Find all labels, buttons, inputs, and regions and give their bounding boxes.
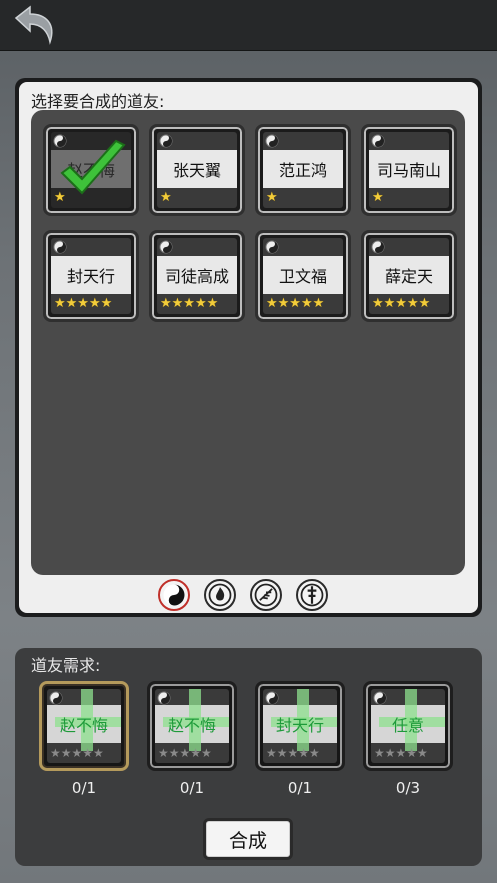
card-slot[interactable]: 薛定天 ★★★★★ [361, 230, 457, 322]
yin-yang-icon [265, 134, 279, 148]
requirement-name: 赵不悔 [59, 716, 108, 735]
star-rating: ★ [372, 190, 384, 205]
card-name: 张天翼 [157, 150, 237, 188]
yin-yang-icon [157, 691, 171, 705]
star-rating: ★★★★★ [158, 746, 212, 760]
requirement-count: 0/1 [71, 779, 97, 797]
yin-yang-tab-icon[interactable] [158, 579, 190, 611]
star-rating: ★★★★★ [374, 746, 428, 760]
requirement-title: 道友需求: [31, 656, 101, 675]
requirement-slot[interactable]: 赵不悔 ★★★★★ [39, 681, 129, 771]
requirement-name: 任意 [391, 716, 424, 735]
star-rating: ★ [160, 190, 172, 205]
card-name: 封天行 [51, 256, 131, 294]
sword-emblem-icon[interactable] [296, 579, 328, 611]
yin-yang-icon [53, 240, 67, 254]
yin-yang-icon [265, 240, 279, 254]
requirement-panel: 道友需求: 赵不悔 ★★★★★ 0/1 赵不悔 ★★★★★ 0/1 封天行 ★★… [15, 648, 482, 866]
category-tabs [19, 579, 478, 617]
feather-emblem-icon[interactable] [250, 579, 282, 611]
fire-emblem-icon[interactable] [204, 579, 236, 611]
selection-panel: 选择要合成的道友: 赵不悔 ★ 张天翼 ★ [15, 78, 482, 617]
top-bar [0, 0, 497, 51]
star-rating: ★ [266, 190, 278, 205]
star-rating: ★★★★★ [372, 296, 431, 311]
card-slot[interactable]: 封天行 ★★★★★ [43, 230, 139, 322]
card-slot[interactable]: 卫文福 ★★★★★ [255, 230, 351, 322]
yin-yang-icon [373, 691, 387, 705]
checkmark-icon [60, 139, 126, 195]
star-rating: ★★★★★ [266, 296, 325, 311]
requirement-slot[interactable]: 任意 ★★★★★ [363, 681, 453, 771]
requirement-count: 0/3 [395, 779, 421, 797]
yin-yang-icon [159, 240, 173, 254]
yin-yang-icon [371, 134, 385, 148]
requirement-slot[interactable]: 封天行 ★★★★★ [255, 681, 345, 771]
card-name: 卫文福 [263, 256, 343, 294]
requirement-count: 0/1 [179, 779, 205, 797]
yin-yang-icon [49, 691, 63, 705]
card-slot[interactable]: 司徒高成 ★★★★★ [149, 230, 245, 322]
back-arrow-icon[interactable] [6, 4, 60, 46]
requirement-slot[interactable]: 赵不悔 ★★★★★ [147, 681, 237, 771]
card-grid: 赵不悔 ★ 张天翼 ★ 范正鸿 ★ [31, 110, 465, 575]
yin-yang-icon [265, 691, 279, 705]
yin-yang-icon [371, 240, 385, 254]
requirement-count: 0/1 [287, 779, 313, 797]
synthesize-button[interactable]: 合成 [203, 818, 293, 860]
card-name: 司马南山 [369, 150, 449, 188]
card-slot[interactable]: 范正鸿 ★ [255, 124, 351, 216]
star-rating: ★★★★★ [266, 746, 320, 760]
card-slot[interactable]: 司马南山 ★ [361, 124, 457, 216]
star-rating: ★★★★★ [54, 296, 113, 311]
star-rating: ★★★★★ [50, 746, 104, 760]
card-name: 范正鸿 [263, 150, 343, 188]
requirement-name: 封天行 [275, 716, 324, 735]
yin-yang-icon [159, 134, 173, 148]
card-name: 薛定天 [369, 256, 449, 294]
star-rating: ★★★★★ [160, 296, 219, 311]
selection-title: 选择要合成的道友: [31, 92, 165, 111]
card-name: 司徒高成 [157, 256, 237, 294]
requirement-name: 赵不悔 [167, 716, 216, 735]
card-slot[interactable]: 张天翼 ★ [149, 124, 245, 216]
card-slot[interactable]: 赵不悔 ★ [43, 124, 139, 216]
